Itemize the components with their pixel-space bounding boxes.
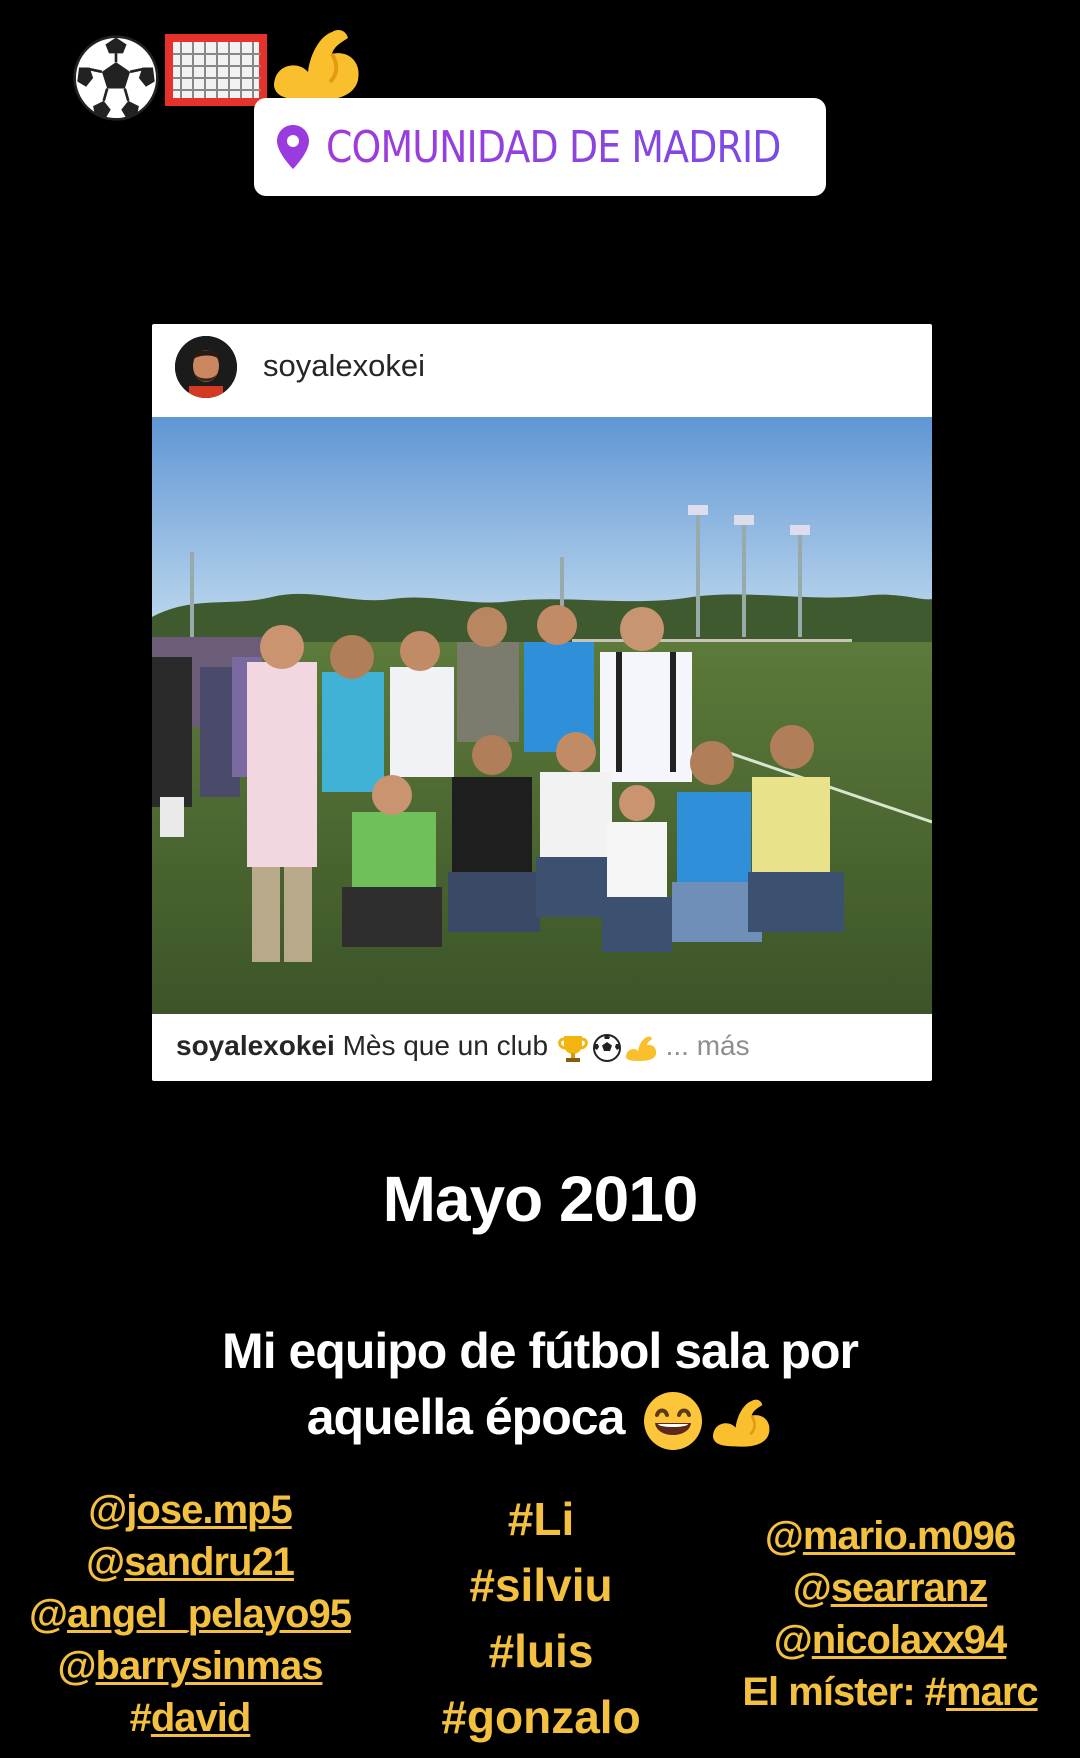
flexed-biceps-icon [274, 30, 359, 101]
shared-post-card[interactable]: soyalexokei soyalexokei Mès que un club … [152, 324, 932, 1081]
description-line-1: Mi equipo de fútbol sala por [222, 1323, 859, 1379]
caption-text: Mès que un club [342, 1030, 549, 1061]
location-label: COMUNIDAD DE MADRID [326, 121, 781, 173]
hashtag[interactable]: #david [0, 1692, 380, 1744]
mention-tag[interactable]: @mario.m096 [700, 1510, 1080, 1562]
avatar[interactable] [175, 336, 237, 398]
description-line-2: aquella época [0, 1384, 1080, 1453]
mention-tag[interactable]: @searranz [700, 1562, 1080, 1614]
post-photo [152, 417, 932, 1014]
soccer-ball-icon [73, 35, 159, 121]
post-header: soyalexokei [152, 324, 932, 417]
hashtags-middle-column: #Li #silviu #luis #gonzalo [396, 1486, 686, 1750]
grinning-face-icon [644, 1391, 703, 1450]
trophy-icon [557, 1035, 588, 1062]
coach-hashtag[interactable]: El míster: #marc [700, 1666, 1080, 1718]
mention-tag[interactable]: @angel_pelayo95 [0, 1588, 380, 1640]
description-line-2-text: aquella época [306, 1389, 626, 1445]
map-pin-icon [277, 125, 309, 169]
post-username[interactable]: soyalexokei [263, 348, 425, 384]
flexed-biceps-icon [713, 1399, 770, 1447]
mention-tag[interactable]: @sandru21 [0, 1536, 380, 1588]
goal-net-icon [165, 34, 267, 106]
mention-tag[interactable]: @jose.mp5 [0, 1484, 380, 1536]
flexed-biceps-icon [625, 1036, 656, 1061]
hashtag[interactable]: #silviu [396, 1552, 686, 1618]
post-caption: soyalexokei Mès que un club ... más [176, 1030, 750, 1063]
mention-tag[interactable]: @barrysinmas [0, 1640, 380, 1692]
caption-username[interactable]: soyalexokei [176, 1030, 335, 1061]
team-photo [152, 417, 932, 1014]
mention-tag[interactable]: @nicolaxx94 [700, 1614, 1080, 1666]
mentions-right-column: @mario.m096 @searranz @nicolaxx94 El mís… [700, 1510, 1080, 1718]
location-sticker[interactable]: COMUNIDAD DE MADRID [254, 98, 826, 196]
story-description: Mi equipo de fútbol sala por aquella épo… [0, 1318, 1080, 1453]
hashtag[interactable]: #gonzalo [396, 1684, 686, 1750]
avatar-image [175, 336, 237, 398]
mentions-left-column: @jose.mp5 @sandru21 @angel_pelayo95 @bar… [0, 1484, 380, 1744]
hashtag[interactable]: #luis [396, 1618, 686, 1684]
hashtag[interactable]: #Li [396, 1486, 686, 1552]
story-date-text: Mayo 2010 [382, 1163, 699, 1235]
caption-more-link[interactable]: ... más [666, 1030, 750, 1061]
soccer-ball-icon [592, 1033, 621, 1062]
